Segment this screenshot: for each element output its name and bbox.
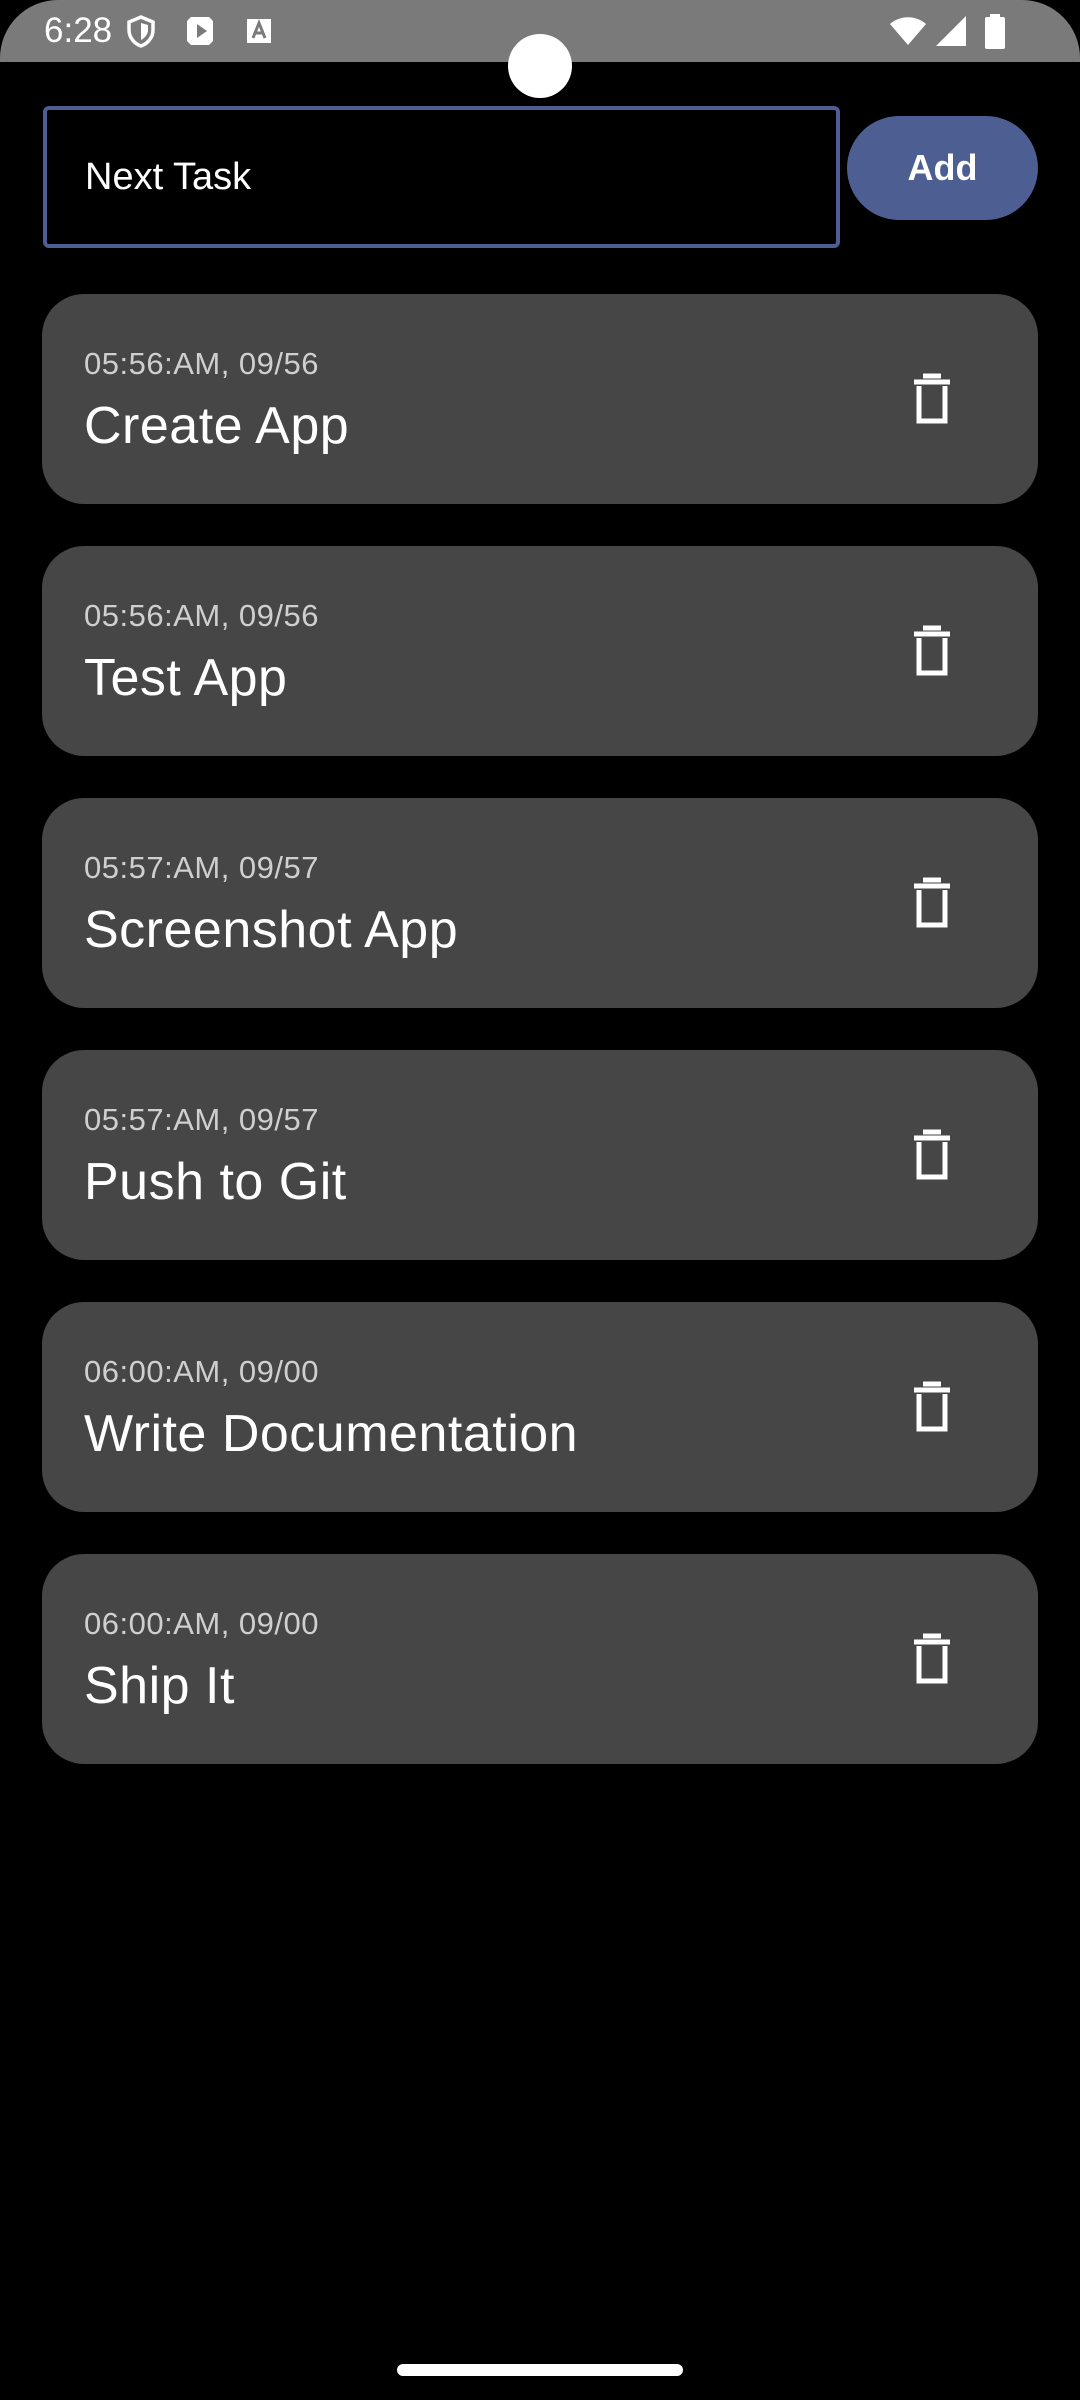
signal-icon bbox=[935, 14, 969, 48]
app-screen: 6:28 Next Task Add 05:56:AM, 09/56 Creat… bbox=[0, 0, 1080, 2400]
camera-cutout bbox=[508, 34, 572, 98]
delete-button[interactable] bbox=[892, 1115, 972, 1195]
task-title: Push to Git bbox=[84, 1153, 347, 1211]
trash-icon bbox=[914, 1633, 950, 1684]
trash-icon bbox=[914, 877, 950, 928]
wifi-icon bbox=[888, 14, 928, 48]
delete-button[interactable] bbox=[892, 1367, 972, 1447]
task-card[interactable]: 05:57:AM, 09/57 Push to Git bbox=[42, 1050, 1038, 1260]
trash-icon bbox=[914, 1129, 950, 1180]
task-time: 06:00:AM, 09/00 bbox=[84, 1354, 319, 1389]
task-time: 06:00:AM, 09/00 bbox=[84, 1606, 319, 1641]
task-card[interactable]: 05:56:AM, 09/56 Create App bbox=[42, 294, 1038, 504]
task-card[interactable]: 06:00:AM, 09/00 Ship It bbox=[42, 1554, 1038, 1764]
task-input[interactable] bbox=[43, 106, 840, 248]
task-card[interactable]: 05:57:AM, 09/57 Screenshot App bbox=[42, 798, 1038, 1008]
delete-button[interactable] bbox=[892, 359, 972, 439]
task-time: 05:56:AM, 09/56 bbox=[84, 346, 319, 381]
shield-icon bbox=[124, 14, 158, 48]
add-button[interactable]: Add bbox=[847, 116, 1038, 220]
delete-button[interactable] bbox=[892, 611, 972, 691]
task-title: Create App bbox=[84, 397, 350, 455]
task-list: 05:56:AM, 09/56 Create App 05:56:AM, 09/… bbox=[42, 294, 1038, 1806]
text-a-icon bbox=[242, 14, 276, 48]
trash-icon bbox=[914, 1381, 950, 1432]
task-time: 05:57:AM, 09/57 bbox=[84, 1102, 319, 1137]
home-indicator[interactable] bbox=[397, 2364, 683, 2376]
delete-button[interactable] bbox=[892, 1619, 972, 1699]
task-title: Screenshot App bbox=[84, 901, 459, 959]
play-store-icon bbox=[183, 14, 217, 48]
trash-icon bbox=[914, 625, 950, 676]
task-time: 05:56:AM, 09/56 bbox=[84, 598, 319, 633]
task-card[interactable]: 06:00:AM, 09/00 Write Documentation bbox=[42, 1302, 1038, 1512]
task-card[interactable]: 05:56:AM, 09/56 Test App bbox=[42, 546, 1038, 756]
task-title: Write Documentation bbox=[84, 1405, 579, 1463]
trash-icon bbox=[914, 373, 950, 424]
delete-button[interactable] bbox=[892, 863, 972, 943]
task-title: Ship It bbox=[84, 1657, 235, 1715]
status-time: 6:28 bbox=[44, 11, 113, 50]
task-title: Test App bbox=[84, 649, 288, 707]
task-time: 05:57:AM, 09/57 bbox=[84, 850, 319, 885]
battery-icon bbox=[983, 14, 1007, 49]
